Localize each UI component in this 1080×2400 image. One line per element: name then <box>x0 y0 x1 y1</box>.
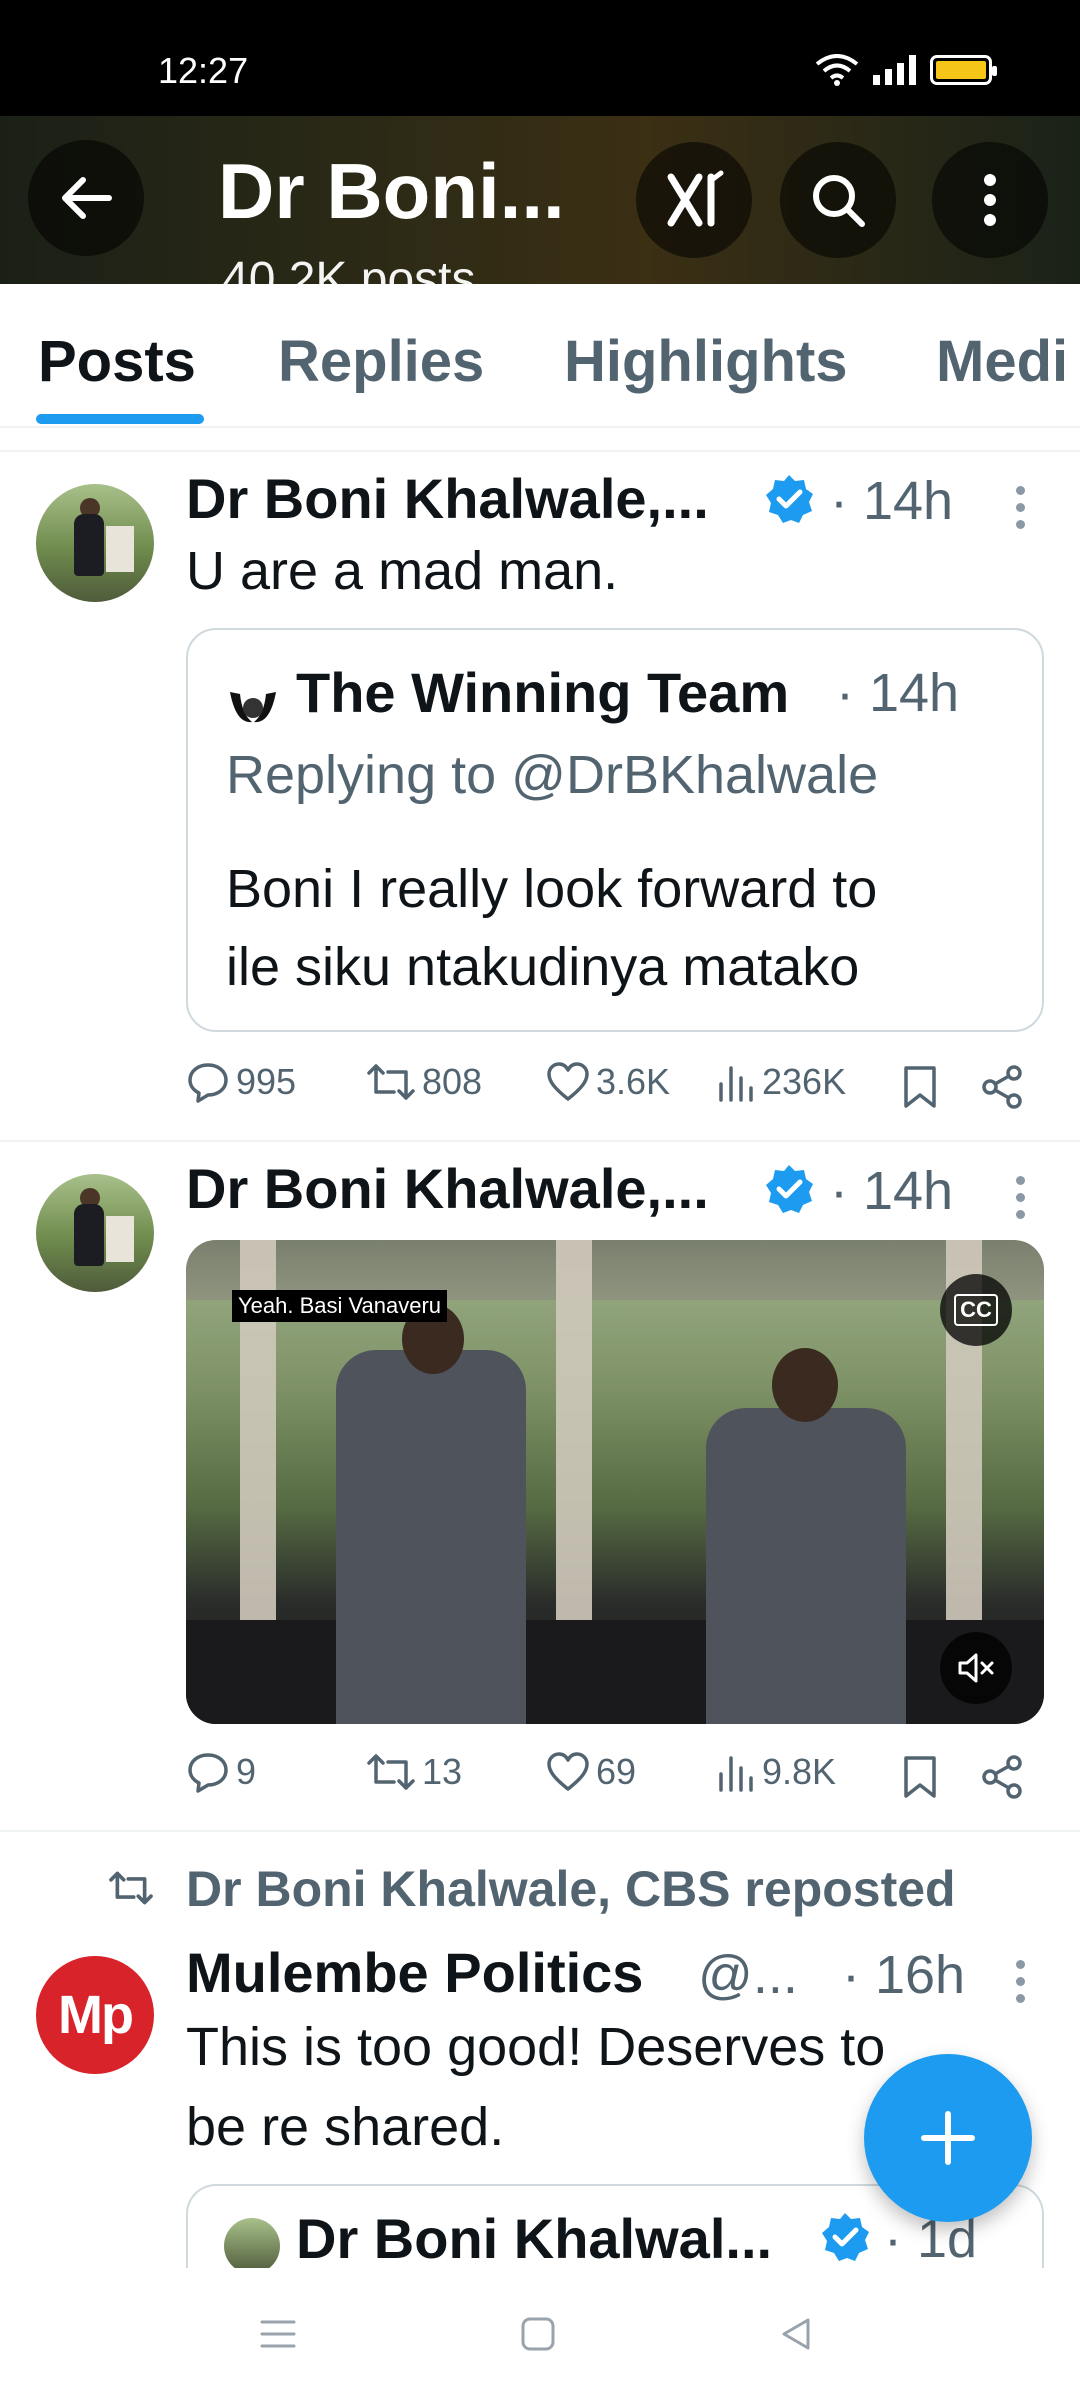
header-subtitle: 40.2K posts <box>222 253 476 284</box>
mute-button[interactable] <box>940 1632 1012 1704</box>
bookmark-icon[interactable] <box>900 1754 940 1800</box>
quote-author: The Winning Team <box>296 661 790 724</box>
status-bar: 12:27 <box>0 0 1080 116</box>
repost-icon <box>367 1754 415 1790</box>
heart-icon <box>547 1752 589 1791</box>
reply-icon <box>188 1063 228 1103</box>
post-handle: @... <box>698 1945 798 2005</box>
more-vertical-icon <box>984 174 996 226</box>
post-author[interactable]: Mulembe Politics <box>186 1940 643 2005</box>
post-more-icon[interactable] <box>1016 1960 1028 2011</box>
divider <box>0 450 1080 452</box>
quote-author: Dr Boni Khalwal... <box>296 2207 773 2268</box>
video-player[interactable]: Yeah. Basi Vanaveru CC <box>186 1240 1044 1724</box>
tab-media[interactable]: Medi <box>936 328 1068 395</box>
reply-count: 995 <box>236 1061 297 1102</box>
divider <box>0 1140 1080 1142</box>
closed-captions-button[interactable]: CC <box>940 1274 1012 1346</box>
repost-icon <box>367 1064 415 1100</box>
post-time: · 14h <box>830 471 954 531</box>
views-button[interactable]: 9.8K <box>716 1750 836 1794</box>
post-time: · 16h <box>842 1945 966 2005</box>
status-time: 12:27 <box>158 50 249 91</box>
views-icon <box>719 1756 753 1792</box>
active-tab-indicator <box>36 414 204 424</box>
quote-time: · 14h <box>836 663 960 723</box>
status-icons <box>815 54 997 86</box>
more-options-button[interactable] <box>932 142 1048 258</box>
reply-button[interactable]: 995 <box>186 1060 296 1104</box>
post-actions: 995 808 3.6K 236K <box>186 1060 1046 1120</box>
verified-badge-icon <box>766 475 813 523</box>
battery-icon <box>930 55 997 85</box>
verified-badge-icon <box>822 2213 869 2261</box>
grok-icon <box>667 170 724 227</box>
quote-replying-to: Replying to @DrBKhalwale <box>226 745 879 805</box>
quoted-post[interactable]: The Winning Team · 14h Replying to @DrBK… <box>186 628 1044 1032</box>
avatar[interactable]: Mp <box>36 1956 154 2074</box>
post-actions: 9 13 69 9.8K <box>186 1750 1046 1810</box>
reply-button[interactable]: 9 <box>186 1750 256 1794</box>
post-author[interactable]: Dr Boni Khalwale,... <box>186 466 709 531</box>
home-icon[interactable] <box>518 2314 558 2354</box>
tab-highlights[interactable]: Highlights <box>564 328 848 395</box>
views-count: 9.8K <box>762 1751 837 1792</box>
repost-indicator-icon <box>109 1871 153 1905</box>
repost-button[interactable]: 808 <box>366 1060 482 1104</box>
quote-avatar-icon <box>223 675 283 735</box>
wifi-icon <box>815 54 859 86</box>
volume-muted-icon <box>958 1653 994 1683</box>
views-icon <box>719 1066 753 1102</box>
heart-icon <box>547 1062 589 1101</box>
post-text-line-1: This is too good! Deserves to <box>186 2017 886 2077</box>
quote-text-line-1: Boni I really look forward to <box>226 859 878 919</box>
menu-icon[interactable] <box>258 2314 298 2354</box>
video-caption: Yeah. Basi Vanaveru <box>232 1290 448 1322</box>
post-time: · 14h <box>830 1161 954 1221</box>
back-triangle-icon[interactable] <box>776 2314 816 2354</box>
reply-count: 9 <box>236 1751 257 1792</box>
compose-post-button[interactable] <box>864 2054 1032 2222</box>
tab-posts[interactable]: Posts <box>38 328 196 395</box>
post-text: U are a mad man. <box>186 541 619 601</box>
reply-icon <box>188 1753 228 1793</box>
like-button[interactable]: 3.6K <box>546 1060 670 1104</box>
share-icon[interactable] <box>980 1754 1026 1800</box>
views-button[interactable]: 236K <box>716 1060 846 1104</box>
share-icon[interactable] <box>980 1064 1026 1110</box>
search-icon <box>813 175 865 227</box>
verified-badge-icon <box>766 1165 813 1213</box>
system-nav-bar <box>0 2268 1080 2400</box>
quote-avatar <box>224 2218 280 2268</box>
back-button[interactable] <box>28 140 144 256</box>
header-title: Dr Boni... <box>218 147 565 235</box>
repost-label[interactable]: Dr Boni Khalwale, CBS reposted <box>186 1860 956 1918</box>
grok-button[interactable] <box>636 142 752 258</box>
views-count: 236K <box>762 1061 847 1102</box>
avatar[interactable] <box>36 484 154 602</box>
tab-replies[interactable]: Replies <box>278 328 484 395</box>
post-more-icon[interactable] <box>1016 1176 1028 1227</box>
repost-count: 13 <box>422 1751 463 1792</box>
search-button[interactable] <box>780 142 896 258</box>
like-button[interactable]: 69 <box>546 1750 636 1794</box>
post-more-icon[interactable] <box>1016 486 1028 537</box>
post-author[interactable]: Dr Boni Khalwale,... <box>186 1156 709 1221</box>
post-text-line-2: be re shared. <box>186 2097 505 2157</box>
arrow-left-icon <box>62 177 112 219</box>
repost-button[interactable]: 13 <box>366 1750 462 1794</box>
like-count: 3.6K <box>596 1061 671 1102</box>
bookmark-icon[interactable] <box>900 1064 940 1110</box>
profile-tabs: Posts Replies Highlights Medi <box>0 284 1080 428</box>
avatar[interactable] <box>36 1174 154 1292</box>
profile-header: Dr Boni... 40.2K posts <box>0 116 1080 284</box>
divider <box>0 1830 1080 1832</box>
like-count: 69 <box>596 1751 637 1792</box>
cc-icon: CC <box>954 1294 998 1326</box>
signal-icon <box>873 55 916 85</box>
repost-count: 808 <box>422 1061 483 1102</box>
plus-icon <box>921 2111 975 2165</box>
quote-text-line-2: ile siku ntakudinya matako <box>226 937 860 997</box>
